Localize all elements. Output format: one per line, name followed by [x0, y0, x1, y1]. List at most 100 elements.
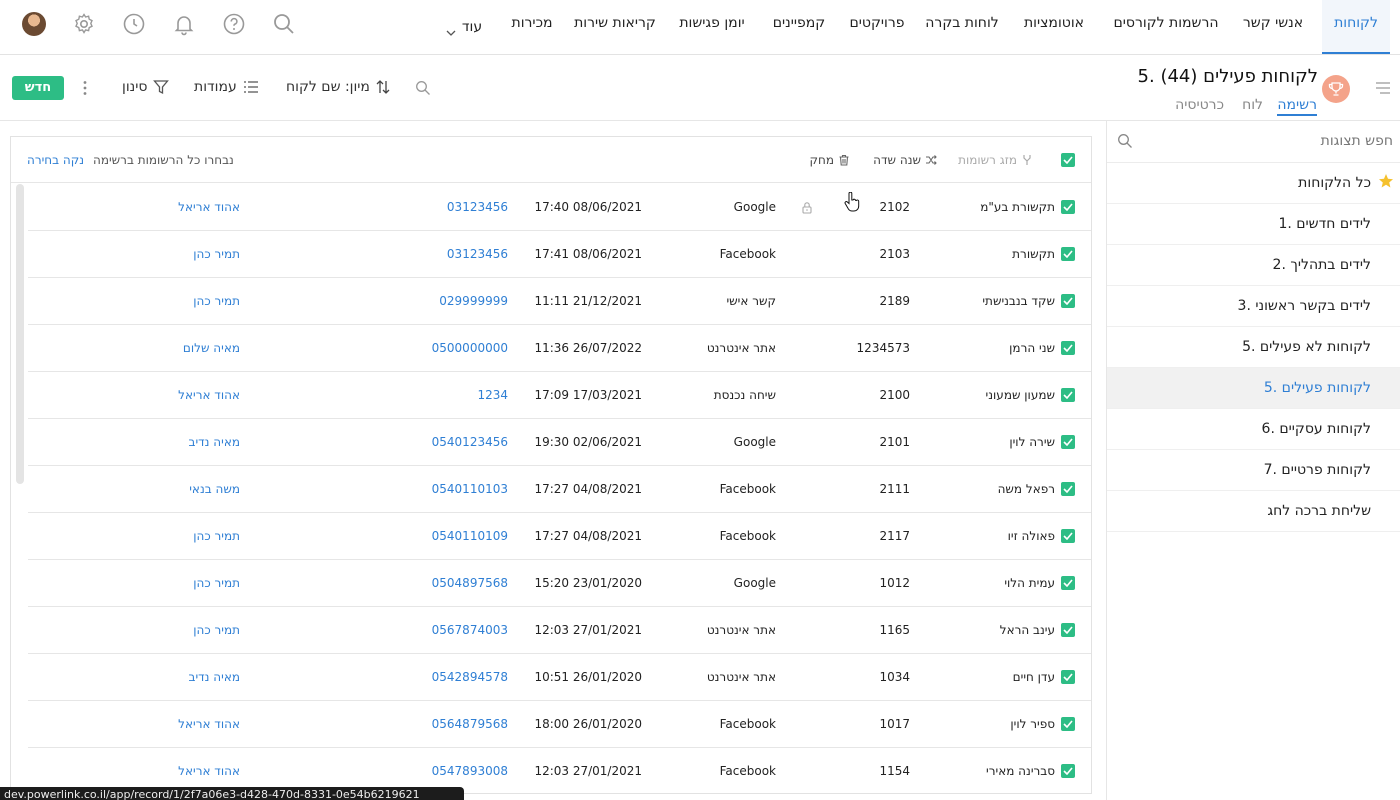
nav-contacts[interactable]: אנשי קשר — [1238, 0, 1308, 54]
owner-link[interactable]: תמיר כהן — [193, 247, 240, 261]
table-row[interactable]: תקשורת 2103 Facebook 17:41 08/06/2021 031234… — [28, 231, 1091, 278]
source-cell: Facebook — [719, 247, 776, 261]
sidebar-item-private-customers[interactable]: 7. לקוחות פרטיים — [1107, 450, 1400, 491]
phone-link[interactable]: 1234 — [477, 388, 508, 402]
nav-sales[interactable]: מכירות — [504, 0, 560, 54]
table-row[interactable]: שני הרמן 1234573 אתר אינטרנט 11:36 26/07/20… — [28, 325, 1091, 372]
top-navigation: לקוחות אנשי קשר הרשמות לקורסים אוטומציות… — [0, 0, 1400, 55]
owner-link[interactable]: אהוד אריאל — [178, 717, 240, 731]
owner-link[interactable]: משה בנאי — [189, 482, 240, 496]
phone-link[interactable]: 0500000000 — [432, 341, 508, 355]
row-checkbox[interactable] — [1061, 341, 1075, 355]
table-row[interactable]: עינב הראל 1165 אתר אינטרנט 12:03 27/01/2021… — [28, 607, 1091, 654]
user-avatar[interactable] — [22, 12, 46, 36]
table-row[interactable]: עמית הלוי 1012 Google 15:20 23/01/2020 05048… — [28, 560, 1091, 607]
phone-link[interactable]: 03123456 — [447, 247, 508, 261]
sidebar-item-new-leads[interactable]: 1. לידים חדשים — [1107, 204, 1400, 245]
owner-link[interactable]: מאיה נדיב — [189, 670, 241, 684]
table-row[interactable]: שמעון שמעוני 2100 שיחה נכנסת 17:09 17/03/20… — [28, 372, 1091, 419]
phone-link[interactable]: 0564879568 — [432, 717, 508, 731]
owner-link[interactable]: אהוד אריאל — [178, 388, 240, 402]
sidebar-item-holiday-greeting[interactable]: שליחת ברכה לחג — [1107, 491, 1400, 532]
nav-automations[interactable]: אוטומציות — [1014, 0, 1094, 54]
row-checkbox[interactable] — [1061, 388, 1075, 402]
columns-button[interactable]: עמודות — [194, 79, 259, 95]
customer-number-cell: 1234573 — [856, 341, 910, 355]
phone-link[interactable]: 0547893008 — [432, 764, 508, 778]
merge-records-button[interactable]: מזג רשומות — [958, 153, 1033, 167]
tab-card[interactable]: כרטיסיה — [1175, 97, 1224, 113]
owner-link[interactable]: מאיה שלום — [183, 341, 240, 355]
help-icon[interactable] — [222, 12, 246, 36]
phone-link[interactable]: 0504897568 — [432, 576, 508, 590]
menu-lines-icon[interactable] — [1376, 82, 1390, 94]
tab-board[interactable]: לוח — [1242, 97, 1263, 113]
nav-service-calls[interactable]: קריאות שירות — [570, 0, 660, 54]
phone-link[interactable]: 029999999 — [439, 294, 508, 308]
phone-link[interactable]: 0540123456 — [432, 435, 508, 449]
nav-more[interactable]: עוד — [434, 0, 494, 54]
sort-button[interactable]: מיון: שם לקוח — [286, 79, 390, 95]
owner-link[interactable]: אהוד אריאל — [178, 200, 240, 214]
views-search[interactable]: חפש תצוגות — [1107, 121, 1400, 163]
row-checkbox[interactable] — [1061, 247, 1075, 261]
search-icon[interactable] — [272, 12, 296, 36]
sidebar-item-inactive-customers[interactable]: 5. לקוחות לא פעילים — [1107, 327, 1400, 368]
row-checkbox[interactable] — [1061, 623, 1075, 637]
owner-link[interactable]: תמיר כהן — [193, 576, 240, 590]
phone-link[interactable]: 0540110109 — [432, 529, 508, 543]
row-checkbox[interactable] — [1061, 576, 1075, 590]
sidebar-item-label: 5. לקוחות פעילים — [1263, 380, 1371, 396]
row-checkbox[interactable] — [1061, 670, 1075, 684]
row-checkbox[interactable] — [1061, 482, 1075, 496]
table-row[interactable]: שירה לוין 2101 Google 19:30 02/06/2021 05401… — [28, 419, 1091, 466]
row-checkbox[interactable] — [1061, 435, 1075, 449]
owner-link[interactable]: מאיה נדיב — [189, 435, 241, 449]
table-row[interactable]: עדן חיים 1034 אתר אינטרנט 10:51 26/01/2020 0… — [28, 654, 1091, 701]
filter-button[interactable]: סינון — [122, 79, 170, 95]
settings-icon[interactable] — [72, 12, 96, 36]
customer-name-cell: פאולה זיו — [1007, 529, 1055, 543]
sidebar-item-leads-first-contact[interactable]: 3. לידים בקשר ראשוני — [1107, 286, 1400, 327]
table-row[interactable]: ספיר לוין 1017 Facebook 18:00 26/01/2020 056… — [28, 701, 1091, 748]
new-record-button[interactable]: חדש — [12, 76, 64, 100]
sidebar-item-business-customers[interactable]: 6. לקוחות עסקיים — [1107, 409, 1400, 450]
clock-icon[interactable] — [122, 12, 146, 36]
nav-customers[interactable]: לקוחות — [1322, 0, 1390, 54]
row-checkbox[interactable] — [1061, 764, 1075, 778]
select-all-checkbox[interactable] — [1061, 153, 1075, 167]
bell-icon[interactable] — [172, 12, 196, 36]
nav-projects[interactable]: פרויקטים — [844, 0, 910, 54]
table-row[interactable]: פאולה זיו 2117 Facebook 17:27 04/08/2021 054… — [28, 513, 1091, 560]
phone-link[interactable]: 03123456 — [447, 200, 508, 214]
row-checkbox[interactable] — [1061, 529, 1075, 543]
row-checkbox[interactable] — [1061, 200, 1075, 214]
list-scrollbar[interactable] — [16, 184, 24, 484]
row-checkbox[interactable] — [1061, 294, 1075, 308]
sidebar-item-all-customers[interactable]: כל הלקוחות — [1107, 163, 1400, 204]
filter-icon — [153, 79, 170, 95]
table-row[interactable]: תקשורת בע"מ 2102 Google 17:40 08/06/2021 031… — [28, 184, 1091, 231]
row-checkbox[interactable] — [1061, 717, 1075, 731]
list-search-icon[interactable] — [415, 80, 431, 96]
owner-link[interactable]: תמיר כהן — [193, 623, 240, 637]
phone-link[interactable]: 0542894578 — [432, 670, 508, 684]
table-row[interactable]: שקד בנבנישתי 2189 קשר אישי 11:11 21/12/2021… — [28, 278, 1091, 325]
nav-calendar[interactable]: יומן פגישות — [670, 0, 754, 54]
clear-selection-link[interactable]: נקה בחירה — [27, 153, 84, 167]
nav-course-registrations[interactable]: הרשמות לקורסים — [1106, 0, 1226, 54]
owner-link[interactable]: תמיר כהן — [193, 529, 240, 543]
sidebar-item-leads-in-progress[interactable]: 2. לידים בתהליך — [1107, 245, 1400, 286]
tab-list[interactable]: רשימה — [1277, 97, 1317, 116]
table-row[interactable]: רפאל משה 2111 Facebook 17:27 04/08/2021 0540… — [28, 466, 1091, 513]
phone-link[interactable]: 0567874003 — [432, 623, 508, 637]
nav-campaigns[interactable]: קמפיינים — [764, 0, 834, 54]
phone-link[interactable]: 0540110103 — [432, 482, 508, 496]
sidebar-item-active-customers[interactable]: 5. לקוחות פעילים — [1107, 368, 1400, 409]
nav-dashboards[interactable]: לוחות בקרה — [920, 0, 1004, 54]
owner-link[interactable]: תמיר כהן — [193, 294, 240, 308]
more-options-icon[interactable] — [82, 80, 88, 96]
change-field-button[interactable]: שנה שדה — [873, 153, 937, 167]
owner-link[interactable]: אהוד אריאל — [178, 764, 240, 778]
delete-button[interactable]: מחק — [809, 153, 850, 167]
